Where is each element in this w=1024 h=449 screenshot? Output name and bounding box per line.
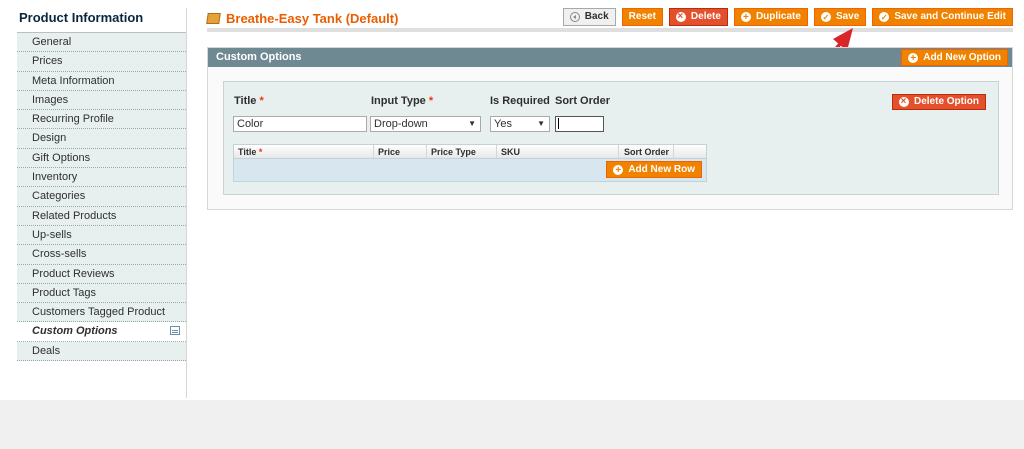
sidebar-item-related-products[interactable]: Related Products [17,206,186,226]
sidebar-item-product-reviews[interactable]: Product Reviews [17,264,186,284]
sidebar-item-custom-options[interactable]: Custom Options [17,322,186,342]
is-required-select[interactable]: Yes ▼ [490,116,550,132]
chevron-down-icon: ▼ [537,119,545,128]
custom-options-header: Custom Options Add New Option [208,48,1012,67]
is-required-label: Is Required [490,95,550,107]
sidebar-item-design[interactable]: Design [17,129,186,149]
option-box: Title * Input Type * Is Required Sort Or… [223,81,999,195]
sort-order-label: Sort Order [555,95,611,107]
page-title: Breathe-Easy Tank (Default) [206,11,399,26]
delete-option-label: Delete Option [913,96,979,107]
grid-column-price-type: Price Type [427,145,497,158]
required-mark: * [428,95,434,107]
required-mark: * [258,147,263,157]
custom-options-panel: Custom Options Add New Option Title * In… [207,47,1013,210]
save-and-continue-label: Save and Continue Edit [894,11,1006,22]
sidebar-item-up-sells[interactable]: Up-sells [17,225,186,246]
option-title-input[interactable]: Color [233,116,367,132]
delete-icon [898,94,909,110]
sort-order-input[interactable] [555,116,604,132]
duplicate-button[interactable]: Duplicate [733,8,808,26]
input-type-label-text: Input Type [371,95,426,107]
grid-header-row: Title * Price Price Type SKU Sort Order [234,145,706,159]
footer-strip [0,400,1024,449]
grid-column-title-text: Title [238,147,257,157]
input-type-value: Drop-down [374,118,428,130]
sidebar-item-prices[interactable]: Prices [17,52,186,72]
page-title-text: Breathe-Easy Tank (Default) [226,11,399,26]
input-type-label: Input Type * [371,95,433,107]
sidebar-item-general[interactable]: General [17,33,186,53]
sidebar-item-customers-tagged-product[interactable]: Customers Tagged Product [17,303,186,323]
sidebar-item-meta-information[interactable]: Meta Information [17,71,186,91]
sidebar-title: Product Information [19,10,144,25]
input-type-select[interactable]: Drop-down ▼ [370,116,481,132]
product-info-sidebar: Product Information General Prices Meta … [17,8,187,398]
delete-option-button[interactable]: Delete Option [891,94,986,110]
sidebar-item-label: Custom Options [32,325,118,338]
sidebar-item-product-tags[interactable]: Product Tags [17,283,186,304]
chevron-down-icon: ▼ [468,119,476,128]
title-label-text: Title [234,95,257,107]
sidebar-item-cross-sells[interactable]: Cross-sells [17,245,186,265]
add-new-row-button[interactable]: Add New Row [606,161,702,179]
sidebar-item-gift-options[interactable]: Gift Options [17,148,186,169]
check-icon [879,10,890,26]
add-new-option-label: Add New Option [923,51,1001,63]
product-box-icon [206,13,221,24]
save-button[interactable]: Save [813,8,867,26]
sidebar-item-images[interactable]: Images [17,90,186,111]
changed-indicator-icon [170,326,180,336]
delete-icon [675,9,686,25]
grid-body: Add New Row [234,159,706,181]
plus-icon [740,10,751,26]
text-cursor [558,118,559,129]
save-button-label: Save [835,11,860,22]
page-header: Breathe-Easy Tank (Default) Back Reset D… [206,8,1013,32]
reset-button[interactable]: Reset [621,8,663,26]
check-icon [820,10,831,26]
duplicate-button-label: Duplicate [755,11,801,22]
sidebar-item-categories[interactable]: Categories [17,187,186,207]
option-values-grid: Title * Price Price Type SKU Sort Order … [233,144,707,182]
sidebar-item-inventory[interactable]: Inventory [17,168,186,188]
sidebar-item-recurring-profile[interactable]: Recurring Profile [17,110,186,130]
back-button-label: Back [584,11,609,22]
required-mark: * [259,95,264,107]
grid-column-actions [674,145,706,158]
add-new-option-button[interactable]: Add New Option [901,49,1008,67]
back-button[interactable]: Back [562,8,616,26]
sidebar-nav: General Prices Meta Information Images R… [17,32,186,362]
custom-options-title: Custom Options [216,51,302,63]
save-and-continue-button[interactable]: Save and Continue Edit [872,8,1013,26]
plus-icon [613,163,624,179]
title-label: Title * [234,95,264,107]
sidebar-item-deals[interactable]: Deals [17,341,186,362]
reset-button-label: Reset [628,11,656,22]
plus-icon [908,51,919,67]
back-arrow-icon [569,12,580,22]
delete-button-label: Delete [690,11,721,22]
grid-column-price: Price [374,145,427,158]
add-new-row-label: Add New Row [628,163,695,175]
header-toolbar: Back Reset Delete Duplicate Save Save an… [562,8,1013,26]
grid-column-sort-order: Sort Order [619,145,674,158]
delete-button[interactable]: Delete [668,8,728,26]
is-required-value: Yes [494,118,512,130]
grid-column-sku: SKU [497,145,619,158]
grid-column-title: Title * [234,145,374,158]
